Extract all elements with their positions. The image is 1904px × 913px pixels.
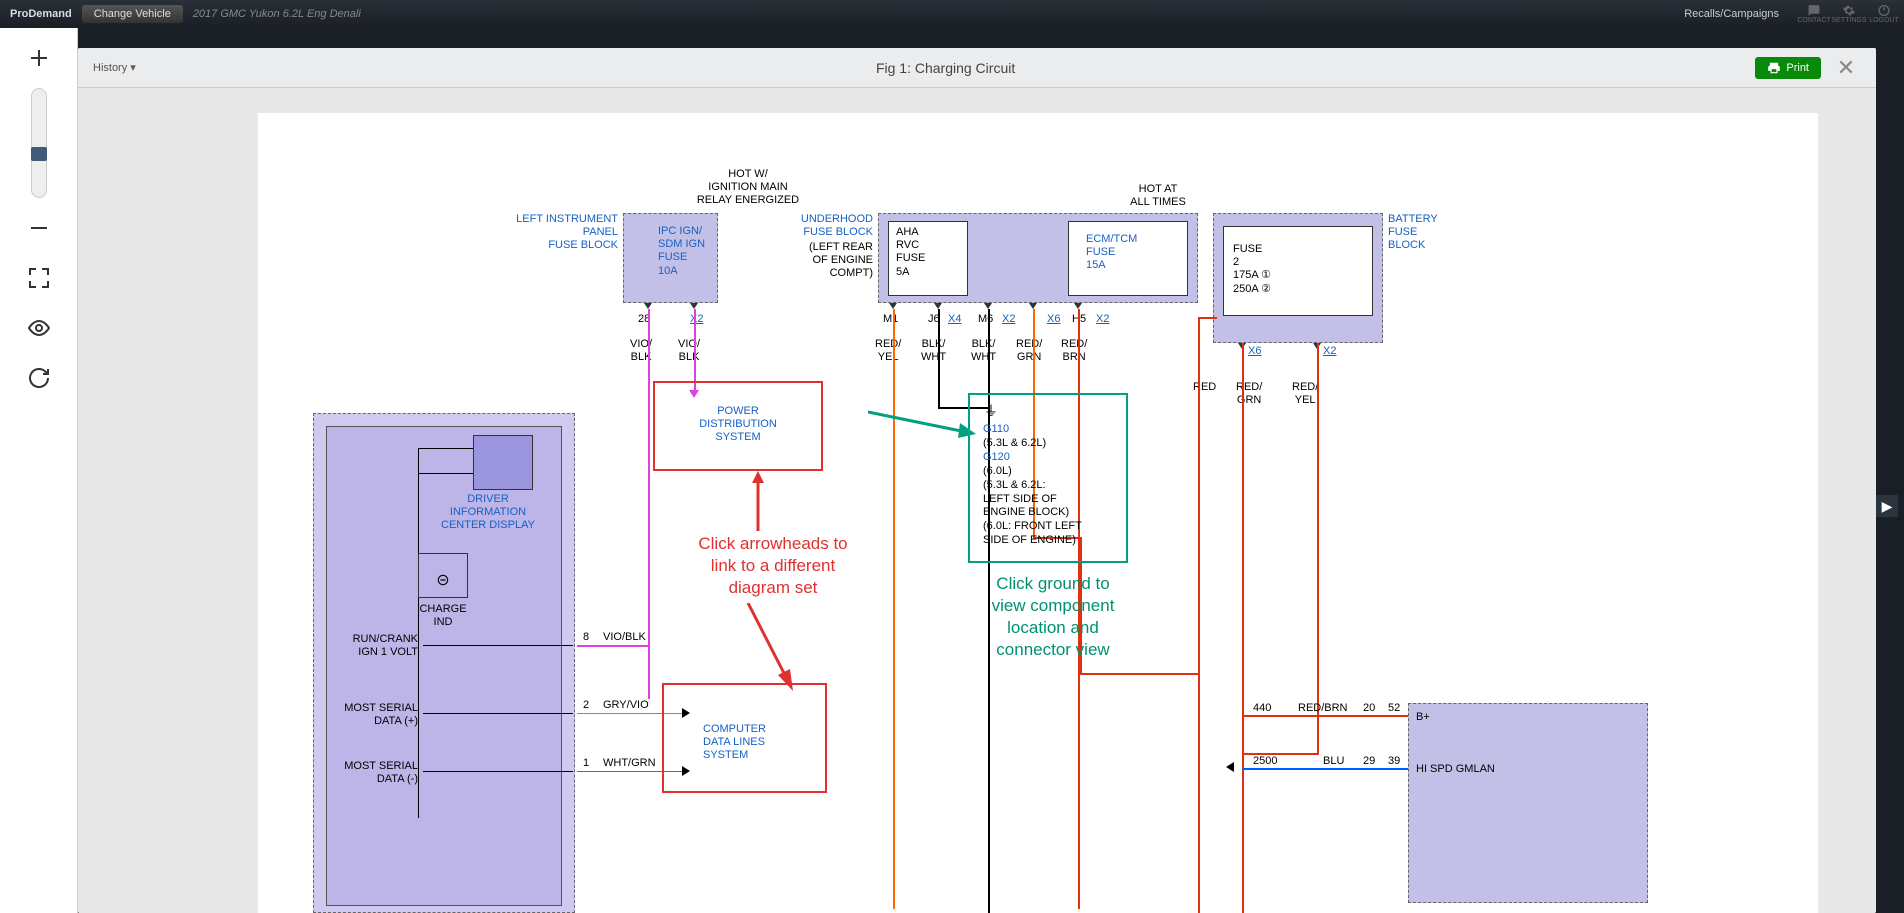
underhood-label-loc: (LEFT REAROF ENGINECOMPT) (773, 241, 873, 281)
diagram-panel: History ▾ Fig 1: Charging Circuit Print … (78, 48, 1876, 913)
diagram-viewport[interactable]: HOT W/ IGNITION MAIN RELAY ENERGIZED HOT… (78, 88, 1876, 913)
run-crank-label: RUN/CRANK IGN 1 VOLT (338, 633, 418, 659)
dic-display-box (473, 435, 533, 490)
visibility-icon[interactable] (19, 308, 59, 348)
pin-x4[interactable]: X4 (948, 313, 961, 326)
charge-ind-icon: ⊝ (418, 571, 468, 590)
print-button[interactable]: Print (1755, 57, 1821, 79)
g120-label[interactable]: G120 (983, 451, 1010, 464)
hot-relay-label: HOT W/ IGNITION MAIN RELAY ENERGIZED (648, 168, 848, 208)
red-arrow-down (738, 603, 808, 693)
underhood-label-blue: UNDERHOODFUSE BLOCK (773, 213, 873, 239)
wire-red-yel-2: RED/ YEL (1292, 381, 1318, 407)
most-plus-label: MOST SERIAL DATA (+) (338, 702, 418, 728)
lip-fuse-block-label: LEFT INSTRUMENT PANEL FUSE BLOCK (488, 213, 618, 253)
app-logo: ProDemand (10, 8, 72, 20)
callout-ground: Click ground to view component location … (963, 573, 1143, 661)
top-toolbar: ProDemand Change Vehicle 2017 GMC Yukon … (0, 0, 1904, 28)
pin-x6[interactable]: X6 (1047, 313, 1060, 326)
current-vehicle: 2017 GMC Yukon 6.2L Eng Denali (193, 8, 361, 20)
wire-red-brn-h: RED/BRN (1298, 702, 1348, 715)
fullscreen-button[interactable] (19, 258, 59, 298)
b-plus-label: B+ (1416, 711, 1430, 724)
zoom-toolbar (0, 28, 78, 913)
wire-vio-blk-2: VIO/ BLK (678, 338, 700, 364)
hi-spd-gmlan-label: HI SPD GMLAN (1416, 763, 1495, 776)
pin-29: 29 (1363, 755, 1375, 768)
pin-39: 39 (1388, 755, 1400, 768)
pin-x2-b[interactable]: X2 (1002, 313, 1015, 326)
pin-20: 20 (1363, 702, 1375, 715)
zoom-in-button[interactable] (19, 38, 59, 78)
figure-title: Fig 1: Charging Circuit (136, 60, 1756, 76)
pin-x2-c[interactable]: X2 (1096, 313, 1109, 326)
pin-x2-a[interactable]: X2 (690, 313, 703, 326)
fuse2-label: FUSE 2 175A ① 250A ② (1233, 243, 1271, 296)
pin-m6: M6 (978, 313, 993, 326)
wire-red: RED (1193, 381, 1216, 394)
g110-label[interactable]: G110 (983, 423, 1009, 436)
pin-x2-d[interactable]: X2 (1323, 345, 1336, 358)
zoom-slider-handle[interactable] (31, 147, 47, 161)
wire-red-yel: RED/ YEL (875, 338, 901, 364)
pin-2: 2 (583, 699, 589, 712)
pin-52: 52 (1388, 702, 1400, 715)
recalls-link[interactable]: Recalls/Campaigns (1684, 8, 1779, 20)
close-button[interactable]: ✕ (1831, 55, 1861, 81)
red-arrow-up (728, 471, 788, 541)
next-diagram-button[interactable]: ▶ (1876, 495, 1898, 517)
charge-ind-label: CHARGE IND (413, 603, 473, 629)
refresh-button[interactable] (19, 358, 59, 398)
wire-wht-grn: WHT/GRN (603, 757, 656, 770)
pin-x6-b[interactable]: X6 (1248, 345, 1261, 358)
logout-icon[interactable]: LOGOUT (1874, 4, 1894, 24)
dic-label: DRIVER INFORMATION CENTER DISPLAY (423, 493, 553, 533)
ground-icon: ⏚ (984, 403, 998, 420)
battery-block-label: BATTERY FUSE BLOCK (1388, 213, 1438, 253)
bottom-module[interactable] (1408, 703, 1648, 903)
change-vehicle-button[interactable]: Change Vehicle (82, 5, 183, 23)
aha-fuse-label: AHA RVC FUSE 5A (896, 226, 925, 279)
wire-blu: BLU (1323, 755, 1344, 768)
wire-blk-wht-1: BLK/ WHT (921, 338, 946, 364)
computer-data-lines-label: COMPUTER DATA LINES SYSTEM (703, 723, 766, 763)
wire-red-grn-2: RED/ GRN (1236, 381, 1262, 407)
pin-m1: M1 (883, 313, 898, 326)
wire-red-brn: RED/ BRN (1061, 338, 1087, 364)
contact-icon[interactable]: CONTACT (1804, 4, 1824, 24)
diagram-header: History ▾ Fig 1: Charging Circuit Print … (78, 48, 1876, 88)
wire-blk-wht-2: BLK/ WHT (971, 338, 996, 364)
ecm-fuse-label: ECM/TCM FUSE 15A (1086, 233, 1137, 273)
wire-red-grn: RED/ GRN (1016, 338, 1042, 364)
power-dist-label: POWER DISTRIBUTION SYSTEM (658, 405, 818, 445)
pin-2500: 2500 (1253, 755, 1277, 768)
zoom-out-button[interactable] (19, 208, 59, 248)
pin-8: 8 (583, 631, 589, 644)
g110-eng: (5.3L & 6.2L) (983, 437, 1046, 450)
pin-1: 1 (583, 757, 589, 770)
zoom-slider[interactable] (31, 88, 47, 198)
settings-icon[interactable]: SETTINGS (1839, 4, 1859, 24)
wire-gry-vio: GRY/VIO (603, 699, 649, 712)
callout-arrowheads: Click arrowheads to link to a different … (673, 533, 873, 599)
wiring-diagram: HOT W/ IGNITION MAIN RELAY ENERGIZED HOT… (258, 113, 1818, 913)
history-dropdown[interactable]: History ▾ (93, 61, 136, 74)
hot-at-label: HOT AT ALL TIMES (1058, 183, 1258, 209)
ipc-fuse-label: IPC IGN/ SDM IGN FUSE 10A (658, 225, 705, 278)
green-arrow (868, 408, 978, 444)
most-minus-label: MOST SERIAL DATA (-) (338, 760, 418, 786)
pin-440: 440 (1253, 702, 1271, 715)
wire-vio-blk-h: VIO/BLK (603, 631, 646, 644)
g120-eng: (6.0L) (5.3L & 6.2L: LEFT SIDE OF ENGINE… (983, 465, 1082, 548)
